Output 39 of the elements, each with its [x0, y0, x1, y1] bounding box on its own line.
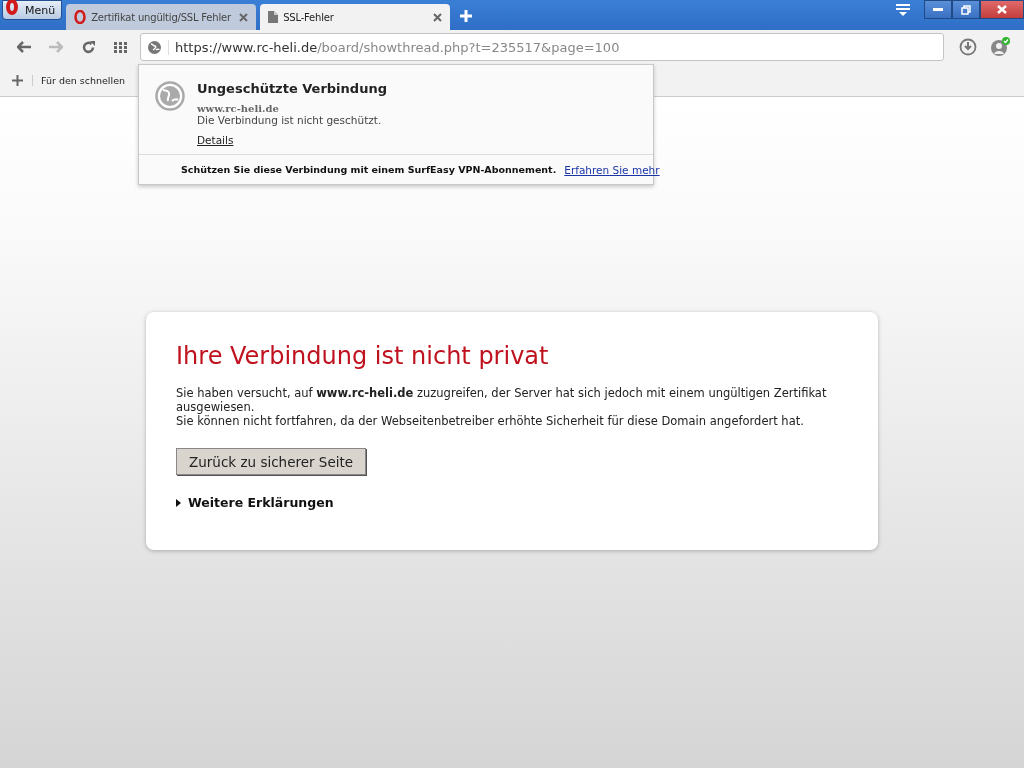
close-icon: [997, 5, 1007, 14]
bookmark-item[interactable]: Für den schnellen: [32, 74, 125, 86]
browser-tab[interactable]: Zertifikat ungültig/SSL Fehler: [66, 4, 257, 30]
download-icon: [959, 38, 977, 56]
error-heading: Ihre Verbindung ist nicht privat: [176, 342, 550, 370]
caret-icon: [176, 498, 182, 507]
close-icon[interactable]: [433, 12, 443, 22]
grid-icon: [113, 41, 127, 53]
address-field[interactable]: https://www.rc-heli.de/board/showthread.php?t=235517&page=100: [140, 33, 944, 61]
error-message: Sie können nicht fortfahren, da der Webseitenbetreiber erhöhte Sicherheit für diese Domain angefordert hat.: [176, 414, 805, 428]
restore-button[interactable]: [952, 0, 980, 19]
tab-menu-icon[interactable]: [896, 2, 910, 17]
learn-more-link[interactable]: Erfahren Sie mehr: [564, 163, 660, 176]
error-message: Sie haben versucht, auf www.rc-heli.de zuzugreifen, der Server hat sich jedoch mit einem ungültigen Zertifikat ausgewiesen.: [176, 386, 828, 414]
page-icon: [268, 11, 279, 23]
restore-icon: [961, 4, 971, 15]
minimize-button[interactable]: [924, 0, 952, 19]
details-link[interactable]: Details: [197, 134, 387, 146]
connection-message: Die Verbindung ist nicht geschützt.: [197, 114, 383, 126]
account-icon: [990, 37, 1010, 57]
menu-button[interactable]: Menü: [2, 0, 63, 20]
url-text: https://www.rc-heli.de/board/showthread.php?t=235517&page=100: [168, 39, 620, 55]
back-to-safety-button[interactable]: Zurück zu sicherer Seite: [176, 448, 367, 475]
more-details-toggle[interactable]: Weitere Erklärungen: [176, 495, 334, 510]
plus-icon: [460, 9, 473, 22]
close-window-button[interactable]: [980, 0, 1024, 19]
forward-icon: [49, 41, 63, 53]
back-icon: [17, 41, 31, 53]
minimize-icon: [933, 7, 943, 12]
site-name: www.rc-heli.de: [197, 103, 280, 114]
popup-title: Ungeschützte Verbindung: [197, 81, 387, 96]
close-icon[interactable]: [239, 12, 249, 22]
add-bookmark-icon[interactable]: [12, 74, 23, 86]
reload-icon: [81, 40, 95, 54]
globe-icon: [155, 81, 185, 111]
globe-icon[interactable]: [147, 39, 162, 55]
browser-tab[interactable]: SSL-Fehler: [260, 4, 451, 30]
opera-logo-icon: [74, 10, 87, 24]
vpn-offer-text: Schützen Sie diese Verbindung mit einem SurfEasy VPN-Abonnement.: [181, 164, 557, 175]
